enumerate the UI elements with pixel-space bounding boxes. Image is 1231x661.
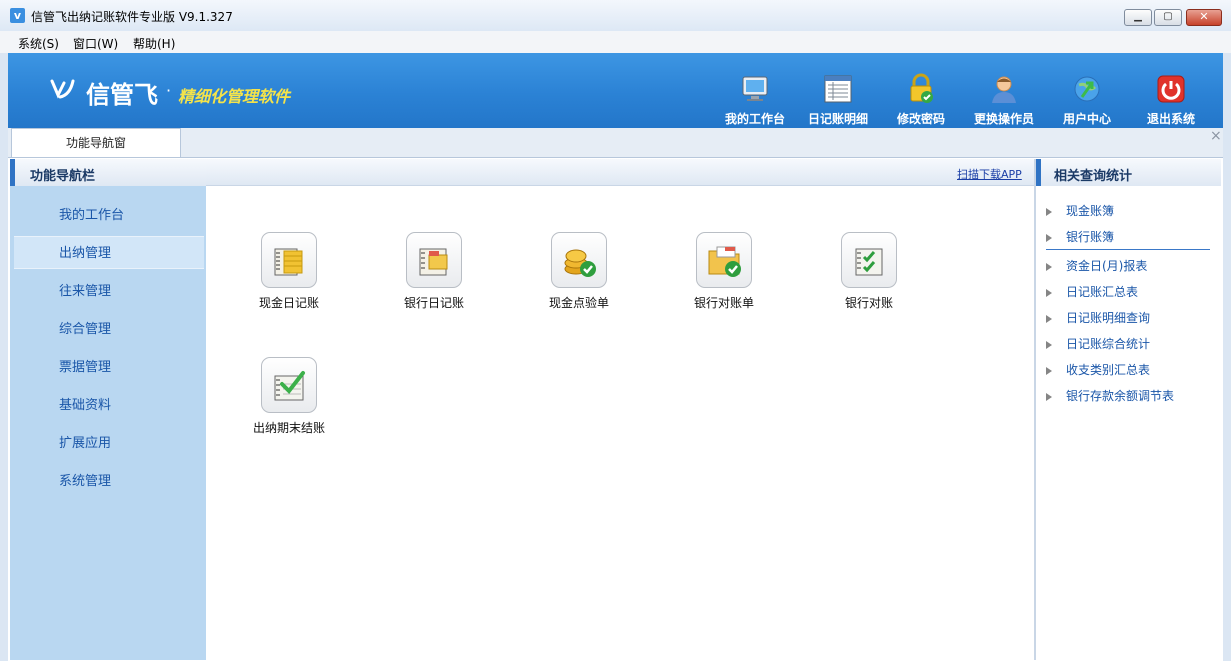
nav-item-accounts[interactable]: 往来管理 [14, 275, 204, 308]
nav-item-bills[interactable]: 票据管理 [14, 351, 204, 384]
query-category-summary[interactable]: 收支类别汇总表 [1046, 361, 1150, 378]
frame-right [1223, 53, 1231, 661]
right-panel-separator [1046, 249, 1210, 250]
folder-check-icon [708, 246, 741, 277]
toolbar-label: 修改密码 [896, 112, 945, 126]
function-label: 现金日记账 [258, 296, 319, 310]
nav-item-extensions[interactable]: 扩展应用 [14, 427, 204, 460]
function-label: 现金点验单 [548, 296, 609, 310]
center-header [206, 159, 1034, 186]
toolbar-label: 我的工作台 [724, 112, 785, 126]
brand-slogan: 精细化管理软件 [178, 87, 291, 106]
function-label: 出纳期末结账 [252, 421, 325, 435]
period-close-icon [274, 371, 305, 401]
toolbar-switch-operator[interactable]: 更换操作员 [964, 73, 1044, 127]
window-title: 信管飞出纳记账软件专业版 V9.1.327 [31, 10, 233, 24]
frame-left [0, 53, 8, 661]
query-bank-ledger[interactable]: 银行账簿 [1046, 228, 1114, 245]
query-journal-summary[interactable]: 日记账汇总表 [1046, 283, 1138, 300]
func-cash-journal[interactable]: 现金日记账 [239, 232, 339, 311]
nav-item-system[interactable]: 系统管理 [14, 465, 204, 498]
menu-window[interactable]: 窗口(W) [73, 35, 118, 52]
func-period-close[interactable]: 出纳期末结账 [239, 357, 339, 436]
app-logo-icon: v [10, 8, 25, 23]
monitor-icon [742, 76, 768, 101]
toolbar-label: 更换操作员 [973, 112, 1034, 126]
toolbar-journal-detail[interactable]: 日记账明细 [798, 73, 878, 127]
left-panel-header: 功能导航栏 [10, 159, 206, 186]
func-bank-journal[interactable]: 银行日记账 [384, 232, 484, 311]
close-tab-icon[interactable]: × [1210, 128, 1222, 144]
menu-system[interactable]: 系统(S) [18, 35, 59, 52]
nav-item-basic-data[interactable]: 基础资料 [14, 389, 204, 422]
brand-dot: · [166, 81, 172, 100]
triangle-right-icon [1046, 288, 1052, 297]
bank-journal-icon [419, 248, 448, 276]
brand-logo-icon [50, 79, 75, 99]
query-journal-detail[interactable]: 日记账明细查询 [1046, 309, 1150, 326]
maximize-button[interactable]: ▢ [1154, 9, 1182, 26]
tab-strip [8, 128, 1223, 158]
query-fund-report[interactable]: 资金日(月)报表 [1046, 257, 1147, 274]
header-banner: 信管飞 · 精细化管理软件 我的工作台 日记账明细 修改密码 更换操作员 用户中… [8, 53, 1223, 128]
nav-item-cashier[interactable]: 出纳管理 [14, 236, 204, 269]
notebook-check-icon [855, 248, 883, 276]
triangle-right-icon [1046, 207, 1052, 216]
triangle-right-icon [1046, 366, 1052, 375]
toolbar-workbench[interactable]: 我的工作台 [715, 73, 795, 127]
cash-journal-icon [274, 248, 303, 276]
toolbar-label: 退出系统 [1146, 112, 1195, 126]
triangle-right-icon [1046, 392, 1052, 401]
padlock-icon [910, 73, 933, 103]
toolbar-change-password[interactable]: 修改密码 [881, 73, 961, 127]
list-table-icon [824, 75, 852, 103]
function-label: 银行对账单 [693, 296, 754, 310]
brand-name: 信管飞 [86, 81, 158, 109]
minimize-icon: ▁ [1134, 11, 1142, 22]
func-bank-reconciliation[interactable]: 银行对账 [819, 232, 919, 311]
query-journal-statistics[interactable]: 日记账综合统计 [1046, 335, 1150, 352]
scan-download-app-link[interactable]: 扫描下载APP [957, 166, 1022, 182]
toolbar-user-center[interactable]: 用户中心 [1047, 73, 1127, 127]
toolbar-label: 日记账明细 [807, 112, 868, 126]
nav-item-general[interactable]: 综合管理 [14, 313, 204, 346]
minimize-button[interactable]: ▁ [1124, 9, 1152, 26]
function-label: 银行对账 [844, 296, 893, 310]
close-icon: ✕ [1199, 10, 1209, 23]
triangle-right-icon [1046, 262, 1052, 271]
left-panel-title: 功能导航栏 [30, 169, 96, 184]
func-bank-statement[interactable]: 银行对账单 [674, 232, 774, 311]
menu-bar [0, 31, 1231, 54]
nav-item-workbench[interactable]: 我的工作台 [14, 199, 204, 232]
tab-function-navigation[interactable]: 功能导航窗 [11, 128, 181, 157]
triangle-right-icon [1046, 233, 1052, 242]
globe-arrow-icon [1074, 76, 1100, 102]
triangle-right-icon [1046, 314, 1052, 323]
close-button[interactable]: ✕ [1186, 9, 1222, 26]
right-panel-title: 相关查询统计 [1054, 169, 1133, 184]
toolbar-exit[interactable]: 退出系统 [1131, 73, 1211, 127]
query-bank-reconciliation-statement[interactable]: 银行存款余额调节表 [1046, 387, 1174, 404]
menu-help[interactable]: 帮助(H) [133, 35, 175, 52]
func-cash-count[interactable]: 现金点验单 [529, 232, 629, 311]
query-cash-ledger[interactable]: 现金账簿 [1046, 202, 1114, 219]
power-icon [1157, 75, 1185, 103]
coin-check-icon [564, 249, 596, 277]
maximize-icon: ▢ [1163, 11, 1173, 22]
triangle-right-icon [1046, 340, 1052, 349]
function-label: 银行日记账 [403, 296, 464, 310]
user-icon [992, 76, 1016, 103]
toolbar-label: 用户中心 [1062, 112, 1111, 126]
right-panel-header: 相关查询统计 [1036, 159, 1221, 186]
